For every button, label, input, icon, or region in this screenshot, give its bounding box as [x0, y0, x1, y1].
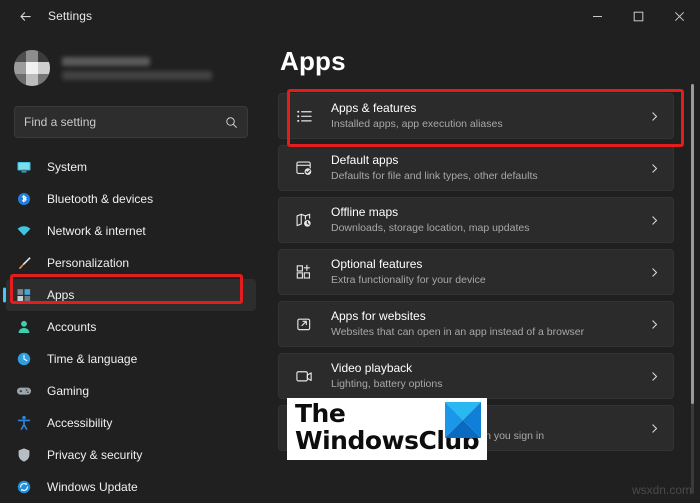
- card-title: Default apps: [331, 153, 648, 168]
- card-optional-features[interactable]: Optional features Extra functionality fo…: [278, 249, 674, 295]
- card-subtitle: Extra functionality for your device: [331, 273, 648, 287]
- gamepad-icon: [15, 382, 33, 400]
- sidebar-item-label: Personalization: [47, 256, 129, 270]
- title-bar: Settings: [0, 0, 700, 32]
- card-offline-maps[interactable]: Offline maps Downloads, storage location…: [278, 197, 674, 243]
- chevron-right-icon: [648, 214, 661, 227]
- sidebar-item-privacy-security[interactable]: Privacy & security: [6, 439, 256, 471]
- sidebar-item-label: Apps: [47, 288, 74, 302]
- card-title: Apps for websites: [331, 309, 648, 324]
- sidebar-item-label: Gaming: [47, 384, 89, 398]
- card-video-playback[interactable]: Video playback Lighting, battery options: [278, 353, 674, 399]
- sidebar-item-label: Accounts: [47, 320, 96, 334]
- window-controls: [577, 0, 700, 32]
- card-title: Apps & features: [331, 101, 648, 116]
- clock-icon: [15, 350, 33, 368]
- sidebar-nav: System Bluetooth & devices Network & int…: [0, 151, 262, 503]
- back-arrow-icon[interactable]: [8, 1, 42, 31]
- sidebar-item-accounts[interactable]: Accounts: [6, 311, 256, 343]
- account-name-redacted: [62, 57, 150, 66]
- corner-watermark-text: wsxdn.com: [632, 483, 692, 497]
- avatar: [14, 50, 50, 86]
- chevron-right-icon: [648, 110, 661, 123]
- external-link-icon: [293, 313, 315, 335]
- account-email-redacted: [62, 71, 212, 80]
- watermark-overlay: The WindowsClub: [287, 398, 487, 460]
- sidebar-item-system[interactable]: System: [6, 151, 256, 183]
- bluetooth-icon: [15, 190, 33, 208]
- app-title: Settings: [48, 9, 92, 23]
- search-icon: [225, 116, 238, 129]
- apps-grid-icon: [15, 286, 33, 304]
- sidebar-item-network-internet[interactable]: Network & internet: [6, 215, 256, 247]
- card-default-apps[interactable]: Default apps Defaults for file and link …: [278, 145, 674, 191]
- accessibility-icon: [15, 414, 33, 432]
- card-apps-for-websites[interactable]: Apps for websites Websites that can open…: [278, 301, 674, 347]
- card-title: Offline maps: [331, 205, 648, 220]
- card-apps-and-features[interactable]: Apps & features Installed apps, app exec…: [278, 93, 674, 139]
- monitor-icon: [15, 158, 33, 176]
- sidebar-item-gaming[interactable]: Gaming: [6, 375, 256, 407]
- sidebar-item-windows-update[interactable]: Windows Update: [6, 471, 256, 503]
- window-check-icon: [293, 157, 315, 179]
- chevron-right-icon: [648, 318, 661, 331]
- card-text: Offline maps Downloads, storage location…: [331, 205, 648, 235]
- grid-plus-icon: [293, 261, 315, 283]
- main-scrollbar[interactable]: [691, 84, 694, 494]
- sidebar: System Bluetooth & devices Network & int…: [0, 32, 262, 500]
- card-title: Optional features: [331, 257, 648, 272]
- card-text: Apps for websites Websites that can open…: [331, 309, 648, 339]
- list-bullets-icon: [293, 105, 315, 127]
- card-text: Optional features Extra functionality fo…: [331, 257, 648, 287]
- settings-window: Settings: [0, 0, 700, 500]
- sidebar-item-accessibility[interactable]: Accessibility: [6, 407, 256, 439]
- account-summary[interactable]: [0, 38, 262, 92]
- sidebar-item-label: Bluetooth & devices: [47, 192, 153, 206]
- watermark-line-1: The: [295, 400, 345, 428]
- sidebar-item-label: Windows Update: [47, 480, 138, 494]
- sidebar-item-label: Network & internet: [47, 224, 146, 238]
- account-text: [62, 57, 212, 80]
- sidebar-item-apps[interactable]: Apps: [6, 279, 256, 311]
- card-text: Default apps Defaults for file and link …: [331, 153, 648, 183]
- wifi-icon: [15, 222, 33, 240]
- minimize-icon[interactable]: [577, 0, 618, 32]
- close-icon[interactable]: [659, 0, 700, 32]
- sidebar-item-label: Accessibility: [47, 416, 112, 430]
- windowsclub-diamond-logo: [445, 402, 481, 438]
- scrollbar-thumb[interactable]: [691, 84, 694, 404]
- chevron-right-icon: [648, 162, 661, 175]
- chevron-right-icon: [648, 370, 661, 383]
- chevron-right-icon: [648, 422, 661, 435]
- maximize-icon[interactable]: [618, 0, 659, 32]
- chevron-right-icon: [648, 266, 661, 279]
- shield-icon: [15, 446, 33, 464]
- card-subtitle: Lighting, battery options: [331, 377, 648, 391]
- card-subtitle: Downloads, storage location, map updates: [331, 221, 648, 235]
- map-download-icon: [293, 209, 315, 231]
- card-subtitle: Defaults for file and link types, other …: [331, 169, 648, 183]
- page-title: Apps: [280, 46, 700, 77]
- update-icon: [15, 478, 33, 496]
- sidebar-item-label: System: [47, 160, 87, 174]
- card-text: Apps & features Installed apps, app exec…: [331, 101, 648, 131]
- search-input[interactable]: [24, 115, 225, 129]
- person-icon: [15, 318, 33, 336]
- card-subtitle: Websites that can open in an app instead…: [331, 325, 648, 339]
- sidebar-item-time-language[interactable]: Time & language: [6, 343, 256, 375]
- card-subtitle: Installed apps, app execution aliases: [331, 117, 648, 131]
- search-box[interactable]: [14, 106, 248, 138]
- sidebar-item-label: Time & language: [47, 352, 137, 366]
- sidebar-item-bluetooth-devices[interactable]: Bluetooth & devices: [6, 183, 256, 215]
- video-icon: [293, 365, 315, 387]
- card-text: Video playback Lighting, battery options: [331, 361, 648, 391]
- sidebar-item-personalization[interactable]: Personalization: [6, 247, 256, 279]
- sidebar-item-label: Privacy & security: [47, 448, 142, 462]
- paintbrush-icon: [15, 254, 33, 272]
- card-title: Video playback: [331, 361, 648, 376]
